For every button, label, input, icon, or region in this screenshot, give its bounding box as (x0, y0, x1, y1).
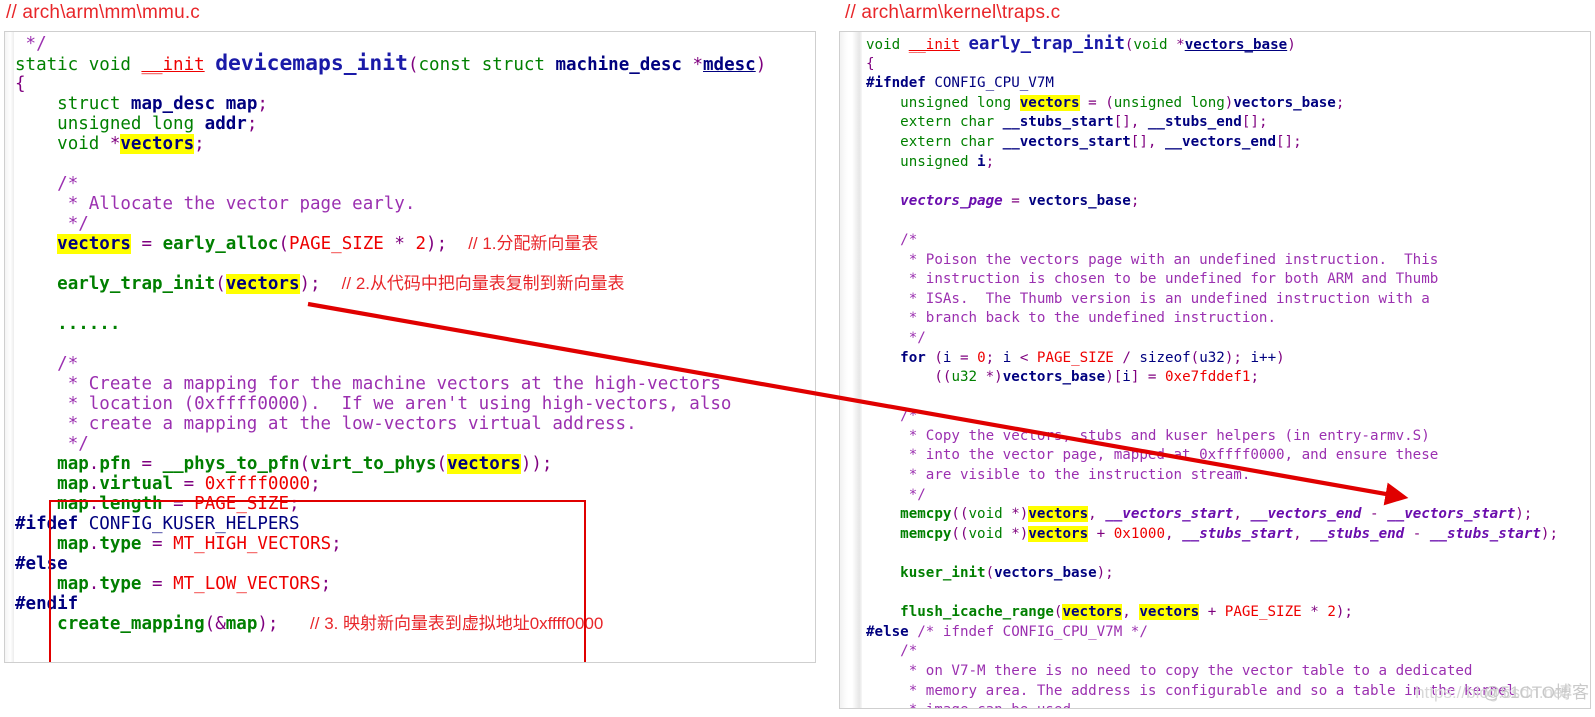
code-line: unsigned long addr; (57, 114, 258, 134)
code-line: vectors = early_alloc(PAGE_SIZE * 2); //… (57, 234, 599, 254)
code-line: */ (57, 434, 89, 454)
code-line: map.length = PAGE_SIZE; (57, 494, 300, 514)
code-line: * branch back to the undefined instructi… (900, 310, 1277, 327)
code-line: for (i = 0; i < PAGE_SIZE / sizeof(u32);… (900, 349, 1285, 366)
code-line: kuser_init(vectors_base); (900, 565, 1114, 582)
code-line: #else /* ifndef CONFIG_CPU_V7M */ (866, 623, 1148, 640)
code-line: /* (57, 354, 79, 374)
file-path-caption-left: // arch\arm\mm\mmu.c (6, 2, 201, 23)
code-line: * Copy the vectors, stubs and kuser help… (900, 427, 1430, 444)
code-line: void __init early_trap_init(void *vector… (866, 34, 1296, 54)
code-line: /* (900, 231, 918, 248)
code-line: unsigned long vectors = (unsigned long)v… (900, 94, 1345, 111)
code-line: map.virtual = 0xffff0000; (57, 474, 321, 494)
code-line: #endif (15, 594, 79, 614)
watermark-overlay: @51CTO博客 (1483, 683, 1589, 702)
code-line: * ISAs. The Thumb version is an undefine… (900, 290, 1430, 307)
code-line: memcpy((void *)vectors, __vectors_start,… (900, 506, 1533, 523)
code-line: /* (900, 643, 918, 660)
code-line: ...... (57, 314, 121, 334)
code-line: void *vectors; (57, 134, 205, 154)
screenshot-root: // arch\arm\mm\mmu.c // arch\arm\kernel\… (0, 0, 1595, 717)
code-line: ((u32 *)vectors_base)[i] = 0xe7fddef1; (934, 369, 1259, 386)
code-line: */ (900, 329, 926, 346)
code-line: map.type = MT_HIGH_VECTORS; (57, 534, 342, 554)
code-line: * into the vector page, mapped at 0xffff… (900, 447, 1439, 464)
code-line: extern char __stubs_start[], __stubs_end… (900, 114, 1268, 131)
code-line: #ifndef CONFIG_CPU_V7M (866, 75, 1054, 92)
code-line: early_trap_init(vectors); // 2.从代码中把向量表复… (57, 274, 625, 294)
code-line: * Poison the vectors page with an undefi… (900, 251, 1439, 268)
code-listing-early-trap-init: void __init early_trap_init(void *vector… (840, 32, 1558, 708)
code-line: /* (57, 174, 79, 194)
code-line: * location (0xffff0000). If we aren't us… (57, 394, 732, 414)
code-line: { (866, 55, 875, 72)
code-line: */ (900, 486, 926, 503)
code-line: map.pfn = __phys_to_pfn(virt_to_phys(vec… (57, 454, 553, 474)
code-line: memcpy((void *)vectors + 0x1000, __stubs… (900, 525, 1558, 542)
code-line: * are visible to the instruction stream. (900, 467, 1251, 484)
code-line: #else (15, 554, 68, 574)
code-line: map.type = MT_LOW_VECTORS; (57, 574, 332, 594)
code-panel-traps-c[interactable]: void __init early_trap_init(void *vector… (839, 31, 1591, 709)
code-line: { (15, 74, 26, 94)
code-line: vectors_page = vectors_base; (900, 192, 1140, 209)
code-listing-devicemaps-init: */ static void __init devicemaps_init(con… (5, 32, 766, 634)
code-line: * create a mapping at the low-vectors vi… (57, 414, 637, 434)
code-line: static void __init devicemaps_init(const… (15, 51, 767, 76)
code-line: unsigned i; (900, 153, 995, 170)
code-panel-mmu-c[interactable]: */ static void __init devicemaps_init(con… (4, 31, 816, 663)
code-line: flush_icache_range(vectors, vectors + PA… (900, 604, 1353, 621)
file-path-caption-right: // arch\arm\kernel\traps.c (845, 2, 1061, 23)
code-line: */ (57, 214, 89, 234)
code-line: * Allocate the vector page early. (57, 194, 416, 214)
code-line: * Create a mapping for the machine vecto… (57, 374, 721, 394)
watermark: https://blog.csdn.net@51CTO博客 (1415, 678, 1589, 703)
code-line: struct map_desc map; (57, 94, 268, 114)
code-line: #ifdef CONFIG_KUSER_HELPERS (15, 514, 300, 534)
code-line: /* (900, 408, 918, 425)
code-line: extern char __vectors_start[], __vectors… (900, 133, 1302, 150)
code-line: * instruction is chosen to be undefined … (900, 271, 1439, 288)
code-line: create_mapping(&map); // 3. 映射新向量表到虚拟地址0… (57, 614, 604, 634)
